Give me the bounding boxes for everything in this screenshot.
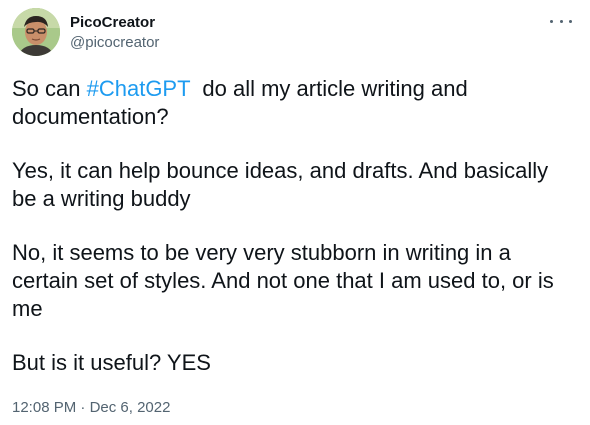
more-horizontal-icon [550,19,553,23]
author-names: PicoCreator @picocreator [70,13,159,53]
more-horizontal-icon-dot [569,19,572,23]
hashtag-link[interactable]: #ChatGPT [87,76,191,101]
avatar-photo-icon [12,8,60,56]
tweet-text-segment: So can [12,76,87,101]
tweet-text: So can #ChatGPT do all my article writin… [12,75,577,403]
tweet-paragraph: But is it useful? YES [12,350,211,375]
tweet-card: PicoCreator @picocreator So can #ChatGPT… [0,0,590,425]
tweet-date: Dec 6, 2022 [89,399,171,416]
tweet-paragraph: Yes, it can help bounce ideas, and draft… [12,158,549,211]
meta-separator: · [76,399,90,416]
tweet-header: PicoCreator @picocreator [12,8,578,60]
more-options-button[interactable] [550,14,572,28]
avatar[interactable] [12,8,60,56]
author-display-name[interactable]: PicoCreator [70,13,159,33]
tweet-timestamp[interactable]: 12:08 PM · Dec 6, 2022 [12,398,170,418]
tweet-paragraph: No, it seems to be very very stubborn in… [12,240,554,321]
more-horizontal-icon-dot [559,19,563,23]
tweet-paragraph: So can #ChatGPT do all my article writin… [12,75,577,131]
tweet-time: 12:08 PM [12,399,77,416]
author-handle[interactable]: @picocreator [70,33,159,53]
